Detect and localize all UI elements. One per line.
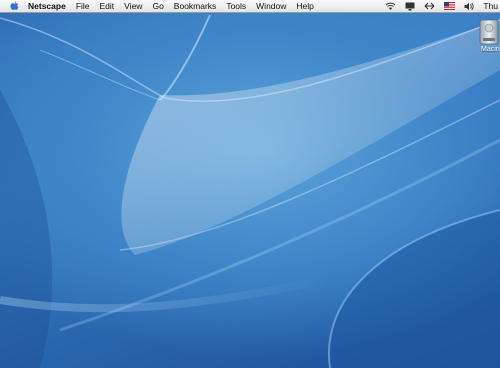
menu-bar: Netscape File Edit View Go Bookmarks Too… [0, 0, 500, 13]
menu-extras: Thu [376, 0, 500, 12]
volume-label[interactable]: Macin [481, 46, 500, 53]
hard-drive-icon[interactable] [478, 18, 500, 60]
display-icon[interactable] [405, 2, 415, 11]
menu-help[interactable]: Help [296, 0, 313, 12]
menu-bookmarks[interactable]: Bookmarks [174, 0, 217, 12]
wallpaper-swooshes [0, 14, 500, 368]
us-flag-icon[interactable] [444, 2, 456, 10]
menu-file[interactable]: File [76, 0, 90, 12]
menu-edit[interactable]: Edit [100, 0, 115, 12]
sync-icon[interactable] [424, 2, 435, 10]
volume-icon[interactable] [464, 2, 474, 11]
menu-view[interactable]: View [124, 0, 142, 12]
menu-tools[interactable]: Tools [226, 0, 246, 12]
apple-icon[interactable] [9, 1, 19, 11]
menu-app-netscape[interactable]: Netscape [28, 0, 66, 12]
menu-window[interactable]: Window [256, 0, 286, 12]
desktop-wallpaper [0, 0, 500, 368]
menu-go[interactable]: Go [152, 0, 163, 12]
menu-clock[interactable]: Thu [483, 0, 498, 12]
airport-icon[interactable] [385, 2, 396, 11]
